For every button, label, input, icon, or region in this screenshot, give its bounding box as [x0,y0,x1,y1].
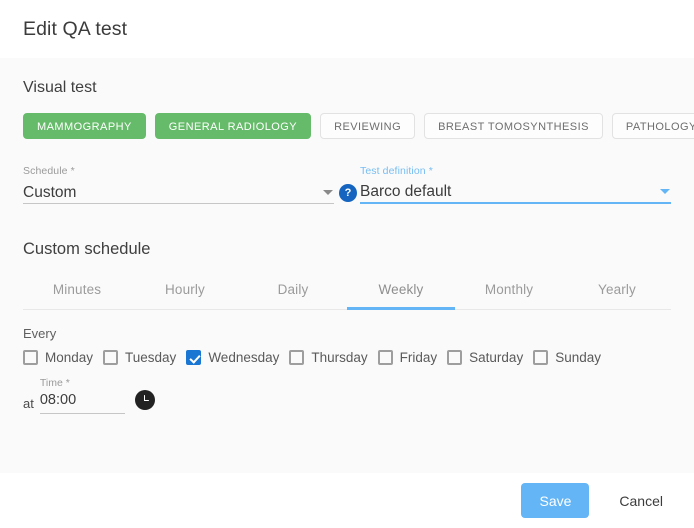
checkbox-tuesday[interactable]: Tuesday [103,350,176,365]
help-question-icon[interactable]: ? [340,185,356,201]
checkbox-box-friday[interactable] [377,350,393,365]
checkbox-label-saturday: Saturday [469,350,524,365]
time-value: 08:00 [39,392,77,408]
chip-breast-tomosynthesis[interactable]: BREAST TOMOSYNTHESIS [424,113,603,139]
page-title: Edit QA test [23,17,128,40]
test-definition-label: Test definition * [360,165,433,177]
chevron-down-icon[interactable] [323,190,333,195]
checkbox-sunday[interactable]: Sunday [533,350,601,365]
custom-schedule-section-title: Custom schedule [23,240,151,258]
tab-weekly[interactable]: Weekly [347,271,455,310]
schedule-value: Custom [23,184,77,201]
time-label: Time * [39,377,70,389]
checkbox-thursday[interactable]: Thursday [289,350,368,365]
checkbox-label-sunday: Sunday [555,350,601,365]
at-label: at [23,396,34,411]
dialog-body: Visual test MAMMOGRAPHY GENERAL RADIOLOG… [0,58,694,473]
schedule-select-control[interactable]: Custom [23,178,334,204]
chip-pathology[interactable]: PATHOLOGY [611,113,694,139]
checkbox-box-thursday[interactable] [289,350,305,365]
clock-icon[interactable] [134,390,155,410]
tab-hourly[interactable]: Hourly [131,271,239,309]
time-block: at Time * 08:00 [23,377,671,414]
checkbox-label-friday: Friday [399,350,438,365]
chip-general-radiology[interactable]: GENERAL RADIOLOGY [154,113,312,139]
time-input-control[interactable]: 08:00 [39,390,125,414]
checkbox-box-sunday[interactable] [533,350,549,365]
time-input-field[interactable]: Time * 08:00 [39,377,125,414]
checkbox-box-saturday[interactable] [447,350,463,365]
cancel-button[interactable]: Cancel [611,483,671,518]
test-definition-value: Barco default [360,183,452,200]
chip-mammography[interactable]: MAMMOGRAPHY [23,113,146,139]
checkbox-box-monday[interactable] [23,350,38,365]
visual-test-chip-group: MAMMOGRAPHY GENERAL RADIOLOGY REVIEWING … [23,113,694,139]
dialog-footer: Save Cancel [0,473,694,528]
checkbox-box-wednesday[interactable] [186,350,202,365]
checkbox-label-monday: Monday [45,350,94,365]
visual-test-section-title: Visual test [23,79,97,96]
chevron-down-icon[interactable] [660,189,670,194]
edit-qa-test-dialog: Edit QA test Visual test MAMMOGRAPHY GEN… [0,0,694,528]
checkbox-saturday[interactable]: Saturday [447,350,523,365]
schedule-label: Schedule * [23,165,75,177]
test-definition-select-control[interactable]: Barco default [360,178,671,204]
schedule-select-field[interactable]: Schedule * Custom ? [23,165,356,204]
checkbox-box-tuesday[interactable] [103,350,119,365]
save-button[interactable]: Save [521,483,590,518]
dialog-header: Edit QA test [0,0,694,58]
checkbox-monday[interactable]: Monday [23,350,93,365]
tab-yearly[interactable]: Yearly [563,271,671,309]
tab-daily[interactable]: Daily [239,271,347,309]
tab-monthly[interactable]: Monthly [455,271,563,309]
checkbox-label-wednesday: Wednesday [208,350,280,365]
test-definition-select-field[interactable]: Test definition * Barco default [360,165,671,204]
tab-minutes[interactable]: Minutes [23,271,131,309]
schedule-frequency-tabs: Minutes Hourly Daily Weekly Monthly Year… [23,271,671,310]
every-label: Every [23,326,57,341]
checkbox-label-tuesday: Tuesday [125,350,177,365]
checkbox-friday[interactable]: Friday [377,350,438,365]
field-row: Schedule * Custom ? Test definition * Ba… [23,165,671,204]
checkbox-label-thursday: Thursday [311,350,368,365]
weekday-checkbox-group: Monday Tuesday Wednesday Thursday Friday [23,350,671,365]
chip-reviewing[interactable]: REVIEWING [320,113,416,139]
checkbox-wednesday[interactable]: Wednesday [186,350,279,365]
